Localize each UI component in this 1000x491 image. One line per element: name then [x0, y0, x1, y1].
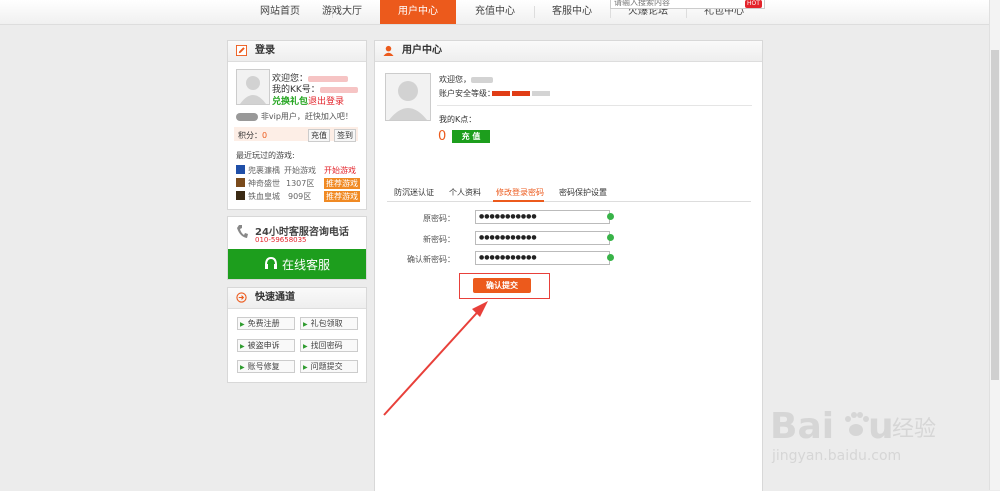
login-panel: 登录 欢迎您： 我的KK号： 兑换礼包 退出登录 非vip用户，赶快加入吧！ 积… — [227, 40, 367, 210]
signin-button[interactable]: 签到 — [334, 129, 356, 142]
game-server: 909区 — [288, 192, 312, 201]
kpoints-label: 我的K点： — [439, 115, 477, 124]
tab-line — [387, 201, 751, 202]
quick-repair-button[interactable]: ▶ 账号修复 — [237, 360, 295, 373]
user-center-title: 用户中心 — [402, 45, 442, 56]
triangle-icon: ▶ — [303, 343, 308, 350]
quick-recover-button[interactable]: ▶ 找回密码 — [300, 339, 358, 352]
user-welcome: 欢迎您， — [439, 75, 471, 84]
nav-service-center[interactable]: 客服中心 — [534, 0, 610, 24]
old-password-input[interactable]: ●●●●●●●●●●● — [475, 210, 610, 224]
check-icon — [607, 213, 614, 220]
phone-icon — [237, 225, 248, 238]
headset-icon — [265, 257, 277, 269]
online-service-label: 在线客服 — [282, 258, 331, 272]
tab-profile[interactable]: 个人资料 — [449, 187, 481, 198]
game-icon — [236, 191, 245, 200]
vip-notice-row: 非vip用户，赶快加入吧！ — [236, 111, 353, 122]
nav-recharge-center[interactable]: 充值中心 — [456, 0, 534, 24]
hot-badge: HOT — [745, 0, 762, 8]
submit-button[interactable]: 确认提交 — [473, 278, 531, 293]
game-action[interactable]: 推荐游戏 — [324, 178, 360, 189]
top-nav: 网站首页 游戏大厅 用户中心 充值中心 客服中心 火爆论坛 礼包中心 请输入搜索… — [0, 0, 1000, 25]
search-input[interactable]: 请输入搜索内容 — [610, 0, 765, 9]
login-panel-header: 登录 — [228, 41, 366, 62]
tab-password-protection[interactable]: 密码保护设置 — [559, 187, 607, 198]
user-center-header: 用户中心 — [375, 41, 762, 62]
triangle-icon: ▶ — [240, 343, 245, 350]
nav-game-hall[interactable]: 游戏大厅 — [300, 0, 384, 24]
confirm-password-input[interactable]: ●●●●●●●●●●● — [475, 251, 610, 265]
tab-anti-addiction[interactable]: 防沉迷认证 — [394, 187, 434, 198]
game-action[interactable]: 推荐游戏 — [324, 191, 360, 202]
vip-badge-icon — [236, 112, 258, 121]
scrollbar-thumb[interactable] — [991, 50, 999, 380]
game-icon — [236, 165, 245, 174]
quick-register-button[interactable]: ▶ 免费注册 — [237, 317, 295, 330]
security-bar — [492, 91, 552, 96]
page-scrollbar[interactable] — [989, 0, 1000, 490]
game-name: 兜裹濂楀 — [248, 166, 280, 175]
baidu-watermark-logo: Bai u 经验 jingyan.baidu.com — [770, 406, 936, 464]
svg-text:u: u — [868, 406, 894, 447]
quick-appeal-button[interactable]: ▶ 被盗申诉 — [237, 339, 295, 352]
game-icon — [236, 178, 245, 187]
user-divider — [437, 105, 752, 106]
annotation-arrow — [383, 301, 488, 416]
user-center-panel: 用户中心 欢迎您， 账户安全等级： 我的K点： 0 充 值 防沉迷认证 个人资料… — [374, 40, 763, 491]
recharge-button[interactable]: 充值 — [308, 129, 330, 142]
recent-title: 最近玩过的游戏: — [236, 151, 295, 160]
service-panel: 24小时客服咨询电话 010-59658035 在线客服 — [227, 216, 367, 280]
game-server: 开始游戏 — [284, 166, 316, 175]
check-icon — [607, 254, 614, 261]
game-name: 铁血皇城 — [248, 192, 280, 201]
triangle-icon: ▶ — [303, 321, 308, 328]
hotline-phone: 010-59658035 — [255, 236, 307, 244]
quick-panel-header: 快速通道 — [228, 288, 366, 309]
edit-icon — [236, 45, 247, 56]
points-value: 0 — [262, 131, 268, 140]
vip-notice: 非vip用户，赶快加入吧！ — [260, 112, 353, 121]
quick-panel: 快速通道 ▶ 免费注册 ▶ 礼包领取 ▶ 被盗申诉 ▶ 找回密码 ▶ 账号修复 ▶ 问题提交 — [227, 287, 367, 383]
nav-user-center[interactable]: 用户中心 — [380, 0, 456, 24]
online-service-button[interactable]: 在线客服 — [228, 249, 366, 279]
user-avatar — [385, 73, 431, 121]
tab-change-password[interactable]: 修改登录密码 — [496, 187, 544, 198]
points-label: 积分： — [238, 131, 262, 140]
new-password-input[interactable]: ●●●●●●●●●●● — [475, 231, 610, 245]
login-arrow-icon — [236, 292, 247, 303]
triangle-icon: ▶ — [303, 364, 308, 371]
gift-link[interactable]: 兑换礼包 — [272, 94, 308, 107]
svg-text:经验: 经验 — [892, 417, 936, 442]
login-title: 登录 — [255, 45, 275, 56]
svg-text:Bai: Bai — [770, 406, 834, 447]
game-server: 1307区 — [286, 179, 315, 188]
quick-title: 快速通道 — [255, 292, 295, 303]
security-label: 账户安全等级： — [439, 89, 495, 98]
quick-gift-button[interactable]: ▶ 礼包领取 — [300, 317, 358, 330]
tab-active-indicator — [493, 200, 544, 202]
new-password-label: 新密码： — [423, 235, 455, 244]
quick-submit-button[interactable]: ▶ 问题提交 — [300, 360, 358, 373]
user-recharge-button[interactable]: 充 值 — [452, 130, 490, 143]
user-icon — [383, 45, 394, 56]
svg-text:jingyan.baidu.com: jingyan.baidu.com — [771, 448, 901, 464]
avatar — [236, 69, 270, 105]
game-name: 神奇盛世 — [248, 179, 280, 188]
confirm-password-label: 确认新密码： — [407, 255, 455, 264]
old-password-label: 原密码： — [423, 214, 455, 223]
logout-link[interactable]: 退出登录 — [308, 94, 344, 107]
kpoints-value: 0 — [438, 129, 447, 144]
triangle-icon: ▶ — [240, 321, 245, 328]
triangle-icon: ▶ — [240, 364, 245, 371]
check-icon — [607, 234, 614, 241]
game-action[interactable]: 开始游戏 — [324, 165, 356, 176]
